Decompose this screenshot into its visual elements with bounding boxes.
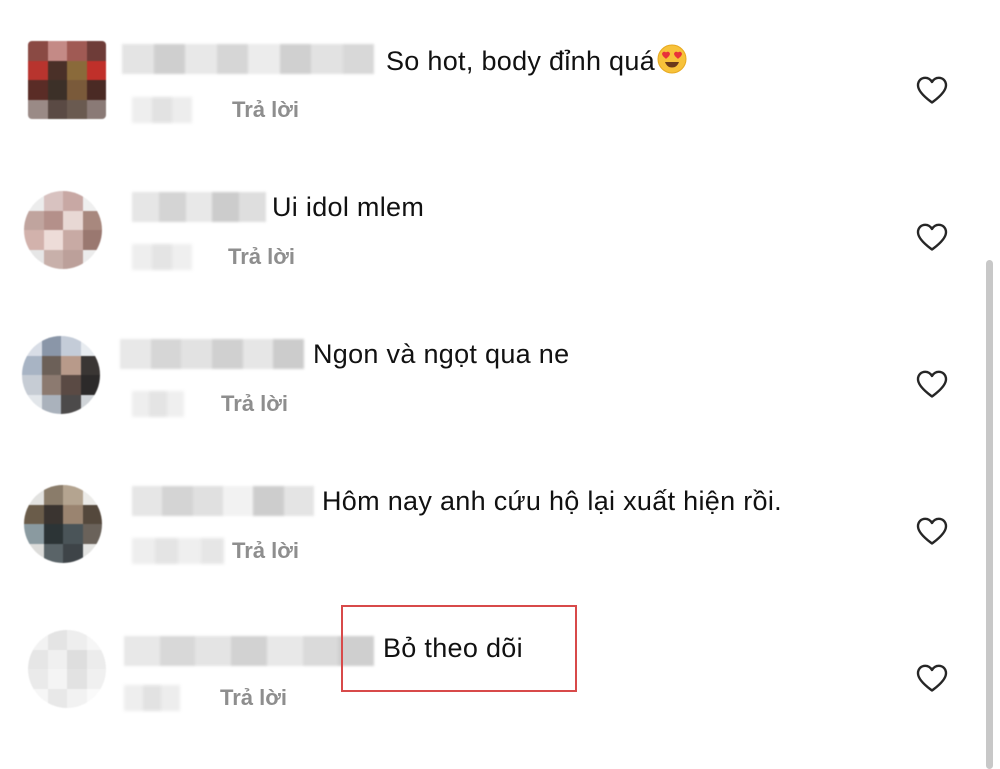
username-blurred[interactable] xyxy=(132,486,314,516)
avatar[interactable] xyxy=(24,485,102,563)
username-blurred[interactable] xyxy=(124,636,374,666)
reply-button[interactable]: Trả lời xyxy=(220,685,287,711)
comment-item: Ngon và ngọt qua ne Trả lời xyxy=(0,294,1000,441)
heart-outline-icon[interactable] xyxy=(915,663,949,693)
comment-text: Ngon và ngọt qua ne xyxy=(313,338,569,370)
username-blurred[interactable] xyxy=(122,44,374,74)
timestamp-blurred xyxy=(132,244,192,270)
username-blurred[interactable] xyxy=(120,339,304,369)
comment-item: So hot, body đỉnh quá Trả lời xyxy=(0,0,1000,147)
avatar[interactable] xyxy=(22,336,100,414)
heart-outline-icon[interactable] xyxy=(915,75,949,105)
highlight-box xyxy=(341,605,577,692)
reply-button[interactable]: Trả lời xyxy=(228,244,295,270)
heart-outline-icon[interactable] xyxy=(915,369,949,399)
scrollbar[interactable] xyxy=(986,260,993,769)
comment-text-content: So hot, body đỉnh quá xyxy=(386,46,656,76)
heart-outline-icon[interactable] xyxy=(915,516,949,546)
avatar[interactable] xyxy=(28,630,106,708)
heart-eyes-emoji xyxy=(657,44,687,74)
timestamp-blurred xyxy=(132,97,192,123)
comment-text: Hôm nay anh cứu hộ lại xuất hiện rồi. xyxy=(322,485,782,517)
username-blurred[interactable] xyxy=(132,192,266,222)
comment-item: Ui idol mlem Trả lời xyxy=(0,147,1000,294)
reply-button[interactable]: Trả lời xyxy=(221,391,288,417)
reply-button[interactable]: Trả lời xyxy=(232,97,299,123)
comment-text-content: Ngon và ngọt qua ne xyxy=(313,339,570,369)
avatar[interactable] xyxy=(24,191,102,269)
avatar[interactable] xyxy=(28,41,106,119)
comment-text-content: Ui idol mlem xyxy=(272,192,425,222)
comment-item: Hôm nay anh cứu hộ lại xuất hiện rồi. Tr… xyxy=(0,441,1000,588)
reply-button[interactable]: Trả lời xyxy=(232,538,299,564)
timestamp-blurred xyxy=(124,685,180,711)
comment-text: So hot, body đỉnh quá xyxy=(386,44,687,77)
timestamp-blurred xyxy=(132,538,224,564)
comment-text-content: Hôm nay anh cứu hộ lại xuất hiện rồi. xyxy=(322,486,782,516)
comment-text: Ui idol mlem xyxy=(272,191,424,223)
heart-outline-icon[interactable] xyxy=(915,222,949,252)
timestamp-blurred xyxy=(132,391,184,417)
